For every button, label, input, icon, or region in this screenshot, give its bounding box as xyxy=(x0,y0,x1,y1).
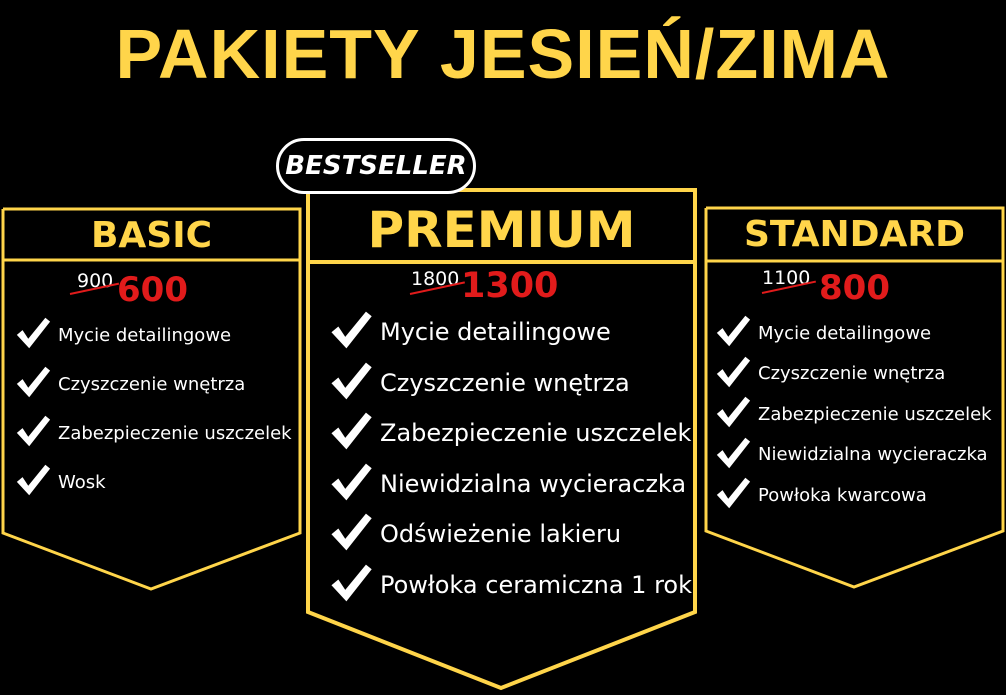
basic-feature-item: Mycie detailingowe xyxy=(14,316,231,354)
check-icon xyxy=(328,307,374,357)
standard-card-title: STANDARD xyxy=(743,214,966,255)
basic-new-price: 600 xyxy=(117,270,188,310)
check-icon xyxy=(714,353,752,395)
basic-feature-item: Wosk xyxy=(14,463,106,501)
check-icon xyxy=(14,314,52,356)
premium-feature-item: Powłoka ceramiczna 1 rok xyxy=(328,562,692,608)
standard-feature-label: Zabezpieczenie uszczelek xyxy=(758,403,992,425)
basic-feature-item: Czyszczenie wnętrza xyxy=(14,365,245,403)
check-icon xyxy=(328,358,374,408)
check-icon xyxy=(14,363,52,405)
bestseller-badge: BESTSELLER xyxy=(276,138,476,194)
check-icon xyxy=(328,459,374,509)
standard-feature-label: Powłoka kwarcowa xyxy=(758,484,927,506)
premium-card-title: PREMIUM xyxy=(367,201,636,259)
basic-feature-label: Czyszczenie wnętrza xyxy=(58,373,246,395)
standard-feature-item: Mycie detailingowe xyxy=(714,314,931,352)
check-icon xyxy=(714,434,752,476)
premium-feature-label: Czyszczenie wnętrza xyxy=(380,368,630,397)
premium-feature-label: Mycie detailingowe xyxy=(380,318,611,346)
standard-feature-item: Zabezpieczenie uszczelek xyxy=(714,395,992,433)
basic-feature-label: Mycie detailingowe xyxy=(58,324,232,346)
premium-feature-label: Powłoka ceramiczna 1 rok xyxy=(380,570,692,599)
premium-feature-item: Mycie detailingowe xyxy=(328,309,611,355)
basic-card-title: BASIC xyxy=(90,215,213,256)
check-icon xyxy=(714,393,752,435)
premium-feature-item: Odświeżenie lakieru xyxy=(328,511,621,557)
check-icon xyxy=(328,560,374,610)
standard-feature-item: Czyszczenie wnętrza xyxy=(714,355,945,393)
check-icon xyxy=(714,474,752,516)
check-icon xyxy=(714,312,752,354)
standard-feature-item: Powłoka kwarcowa xyxy=(714,476,927,514)
premium-feature-item: Czyszczenie wnętrza xyxy=(328,360,630,406)
check-icon xyxy=(328,509,374,559)
premium-feature-item: Niewidzialna wycieraczka xyxy=(328,461,686,507)
standard-new-price: 800 xyxy=(819,268,890,308)
basic-feature-label: Wosk xyxy=(58,471,106,493)
standard-feature-label: Czyszczenie wnętrza xyxy=(758,363,946,384)
standard-feature-label: Niewidzialna wycieraczka xyxy=(758,444,988,465)
basic-feature-label: Zabezpieczenie uszczelek xyxy=(58,422,292,444)
standard-feature-label: Mycie detailingowe xyxy=(758,322,932,344)
basic-feature-item: Zabezpieczenie uszczelek xyxy=(14,414,292,452)
premium-feature-label: Zabezpieczenie uszczelek xyxy=(380,419,692,447)
check-icon xyxy=(14,412,52,454)
premium-feature-label: Odświeżenie lakieru xyxy=(380,520,622,548)
standard-feature-item: Niewidzialna wycieraczka xyxy=(714,436,988,474)
premium-feature-label: Niewidzialna wycieraczka xyxy=(380,469,687,498)
premium-feature-item: Zabezpieczenie uszczelek xyxy=(328,410,691,456)
check-icon xyxy=(14,461,52,503)
check-icon xyxy=(328,408,374,458)
premium-new-price: 1300 xyxy=(461,266,559,306)
